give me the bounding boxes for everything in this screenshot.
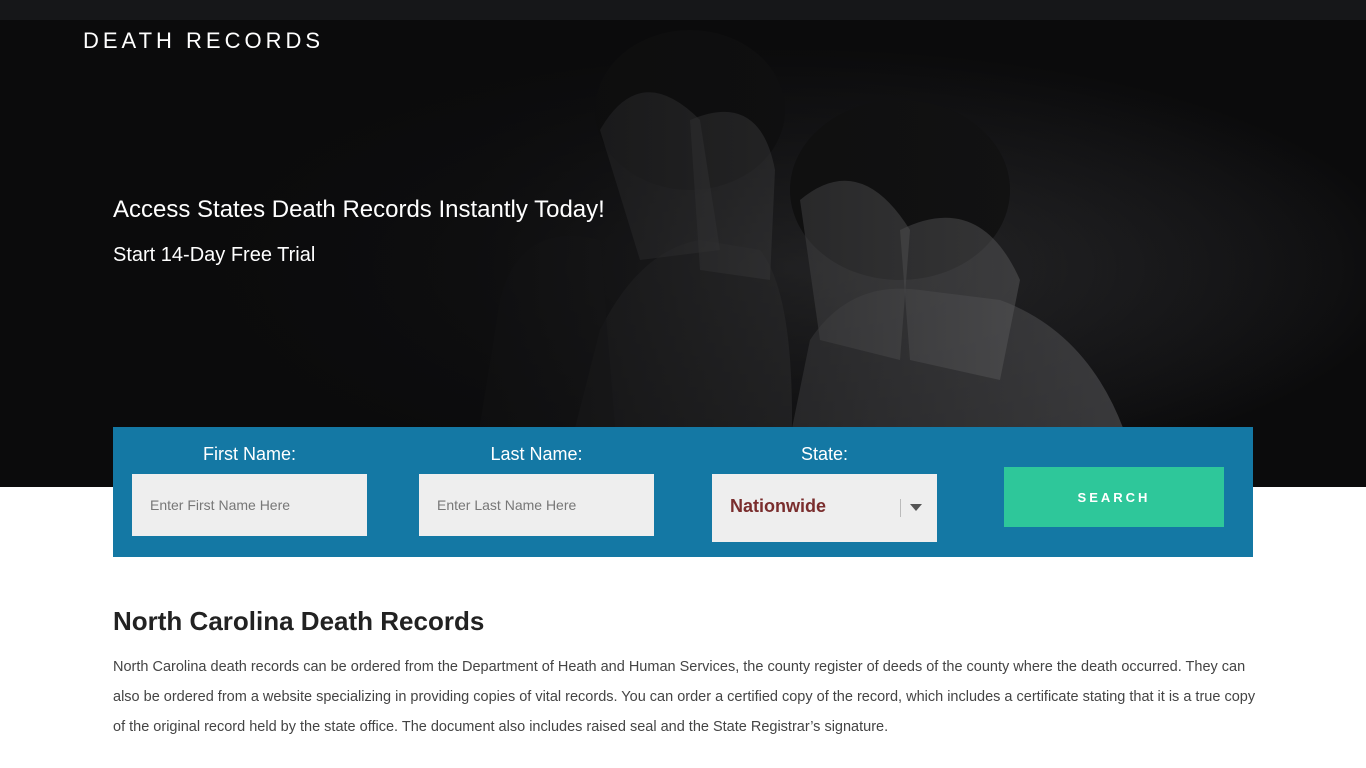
top-bar — [0, 0, 1366, 20]
first-name-label: First Name: — [202, 444, 296, 464]
first-name-input[interactable] — [132, 474, 367, 536]
state-label: State: — [800, 444, 849, 464]
site-logo[interactable]: DEATH RECORDS — [83, 28, 324, 54]
hero-subline: Start 14-Day Free Trial — [113, 244, 316, 266]
search-button[interactable]: SEARCH — [1004, 467, 1224, 527]
last-name-input[interactable] — [419, 474, 654, 536]
select-divider — [900, 499, 901, 517]
hero-headline: Access States Death Records Instantly To… — [113, 196, 605, 223]
search-panel: First Name: Last Name: State: Nationwide… — [113, 427, 1253, 557]
state-select[interactable]: Nationwide — [712, 474, 937, 542]
state-select-value: Nationwide — [730, 496, 827, 516]
chevron-down-icon[interactable] — [910, 504, 922, 511]
section-body: North Carolina death records can be orde… — [113, 659, 1256, 735]
section-title: North Carolina Death Records — [113, 606, 485, 636]
last-name-label: Last Name: — [490, 444, 583, 464]
